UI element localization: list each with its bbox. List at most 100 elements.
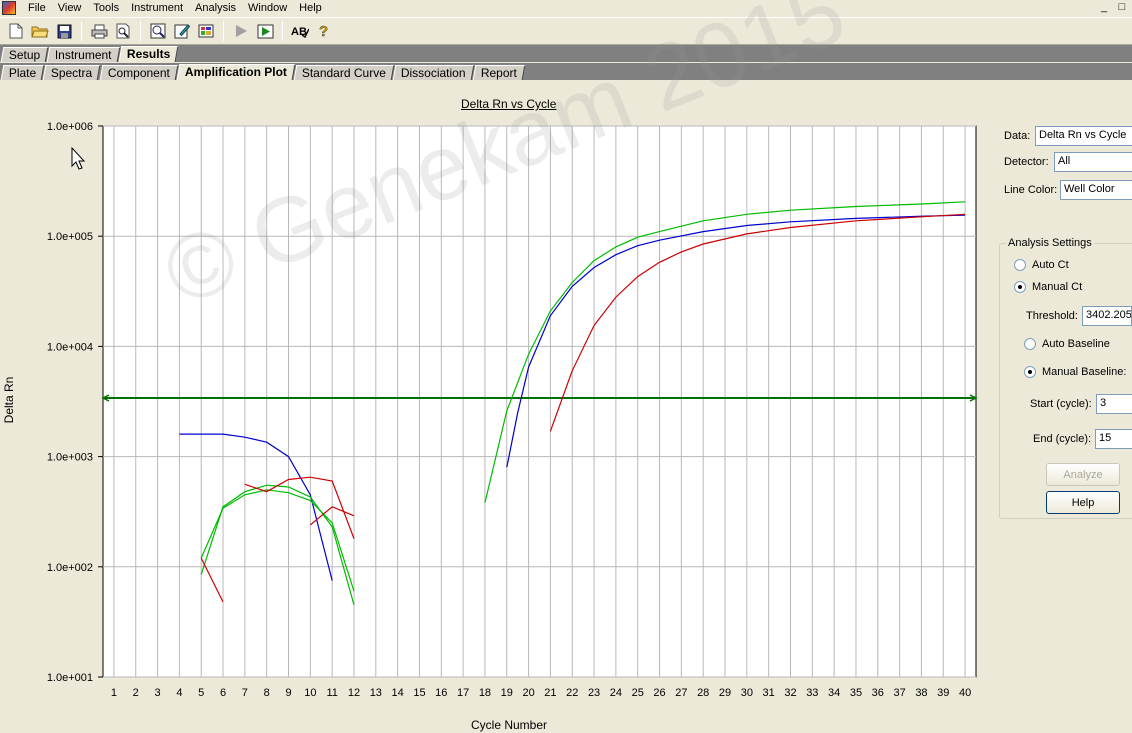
maximize-button[interactable]: □ (1116, 0, 1128, 14)
y-tick-label: 1.0e+002 (47, 562, 93, 574)
menu-file[interactable]: File (22, 0, 52, 16)
x-tick-label: 30 (741, 687, 753, 699)
x-tick-label: 20 (522, 687, 534, 699)
mouse-cursor-icon (71, 146, 86, 170)
auto-ct-radio[interactable] (1014, 259, 1026, 271)
x-tick-label: 13 (370, 687, 382, 699)
x-tick-label: 35 (850, 687, 862, 699)
run-icon (231, 21, 251, 41)
tab-results[interactable]: Results (118, 46, 179, 62)
tab-instrument[interactable]: Instrument (47, 47, 121, 62)
line-color-select[interactable]: Well Color (1060, 180, 1132, 200)
app-icon (2, 1, 16, 15)
help-icon[interactable]: ? (314, 21, 334, 41)
y-tick-label: 1.0e+001 (47, 672, 93, 684)
amplification-plot[interactable]: 1 2 3 4 5 6 7 8 9 10 11 12 13 14 15 16 17 18 19 20 21 22 23 24 2… (0, 80, 990, 733)
threshold-input[interactable]: 3402.205 (1082, 306, 1132, 326)
x-tick-label: 32 (784, 687, 796, 699)
y-tick-label: 1.0e+006 (47, 121, 93, 133)
tab-standard-curve[interactable]: Standard Curve (293, 65, 395, 80)
x-tick-label: 27 (675, 687, 687, 699)
x-tick-label: 36 (872, 687, 884, 699)
auto-baseline-option[interactable]: Auto Baseline (1024, 338, 1110, 350)
x-tick-label: 40 (959, 687, 971, 699)
x-tick-label: 16 (435, 687, 447, 699)
menu-window[interactable]: Window (242, 0, 293, 16)
y-axis-label: Delta Rn (2, 376, 16, 424)
y-tick-label: 1.0e+003 (47, 452, 93, 464)
analyze-button[interactable]: Analyze (1046, 463, 1120, 486)
data-label: Data: (1004, 130, 1031, 142)
menu-bar: File View Tools Instrument Analysis Wind… (0, 0, 1132, 16)
edit-icon[interactable] (172, 21, 192, 41)
open-folder-icon[interactable] (30, 21, 50, 41)
analysis-settings-title: Analysis Settings (1006, 237, 1094, 249)
run-detector-icon[interactable] (255, 21, 275, 41)
x-tick-label: 37 (893, 687, 905, 699)
x-tick-label: 3 (155, 687, 161, 699)
zoom-icon[interactable] (148, 21, 168, 41)
print-preview-icon[interactable] (113, 21, 133, 41)
x-tick-label: 28 (697, 687, 709, 699)
toolbar: AB ? (0, 17, 1132, 45)
y-tick-label: 1.0e+005 (47, 231, 93, 243)
x-tick-label: 24 (610, 687, 622, 699)
tab-plate[interactable]: Plate (0, 65, 45, 80)
x-tick-label: 19 (501, 687, 513, 699)
tab-spectra[interactable]: Spectra (43, 65, 102, 80)
spellcheck-icon[interactable]: AB (290, 21, 310, 41)
manual-ct-label: Manual Ct (1032, 281, 1083, 293)
tab-amplification-plot[interactable]: Amplification Plot (176, 64, 296, 80)
data-select[interactable]: Delta Rn vs Cycle (1035, 126, 1132, 146)
start-cycle-label: Start (cycle): (1030, 398, 1092, 410)
y-tick-label: 1.0e+004 (47, 341, 93, 353)
start-cycle-input[interactable]: 3 (1096, 394, 1132, 414)
x-tick-label: 11 (326, 687, 337, 699)
plate-grid-icon[interactable] (196, 21, 216, 41)
tab-report[interactable]: Report (472, 65, 525, 80)
x-tick-label: 17 (457, 687, 469, 699)
save-icon[interactable] (54, 21, 74, 41)
manual-ct-option[interactable]: Manual Ct (1014, 281, 1082, 293)
tab-component[interactable]: Component (99, 65, 179, 80)
manual-baseline-option[interactable]: Manual Baseline: (1024, 366, 1126, 378)
x-tick-label: 18 (479, 687, 491, 699)
x-tick-label: 8 (264, 687, 270, 699)
x-tick-label: 10 (304, 687, 316, 699)
help-button[interactable]: Help (1046, 491, 1120, 514)
end-cycle-input[interactable]: 15 (1095, 429, 1132, 449)
menu-analysis[interactable]: Analysis (189, 0, 242, 16)
plot-area (102, 125, 977, 678)
results-tab-bar: Plate Spectra Component Amplification Pl… (0, 63, 1132, 80)
x-tick-label: 12 (348, 687, 360, 699)
x-tick-label: 26 (653, 687, 665, 699)
auto-ct-option[interactable]: Auto Ct (1014, 259, 1069, 271)
new-file-icon[interactable] (6, 21, 26, 41)
manual-ct-radio[interactable] (1014, 281, 1026, 293)
menu-help[interactable]: Help (293, 0, 328, 16)
x-tick-label: 1 (111, 687, 117, 699)
x-tick-label: 21 (544, 687, 556, 699)
menu-tools[interactable]: Tools (87, 0, 125, 16)
tab-dissociation[interactable]: Dissociation (392, 65, 474, 80)
x-tick-label: 23 (588, 687, 600, 699)
detector-label: Detector: (1004, 156, 1049, 168)
menu-instrument[interactable]: Instrument (125, 0, 189, 16)
x-tick-label: 9 (285, 687, 291, 699)
auto-baseline-radio[interactable] (1024, 338, 1036, 350)
tab-setup[interactable]: Setup (0, 47, 49, 62)
end-cycle-label: End (cycle): (1033, 433, 1092, 445)
x-tick-label: 15 (413, 687, 425, 699)
detector-select[interactable]: All (1054, 152, 1132, 172)
x-tick-label: 4 (176, 687, 182, 699)
print-icon[interactable] (89, 21, 109, 41)
line-color-label: Line Color: (1004, 184, 1058, 196)
menu-view[interactable]: View (52, 0, 88, 16)
svg-text:?: ? (319, 23, 328, 39)
x-tick-label: 14 (392, 687, 404, 699)
minimize-button[interactable]: _ (1098, 0, 1110, 14)
x-tick-label: 29 (719, 687, 731, 699)
main-tab-bar: Setup Instrument Results (0, 45, 1132, 62)
x-tick-label: 22 (566, 687, 578, 699)
manual-baseline-radio[interactable] (1024, 366, 1036, 378)
